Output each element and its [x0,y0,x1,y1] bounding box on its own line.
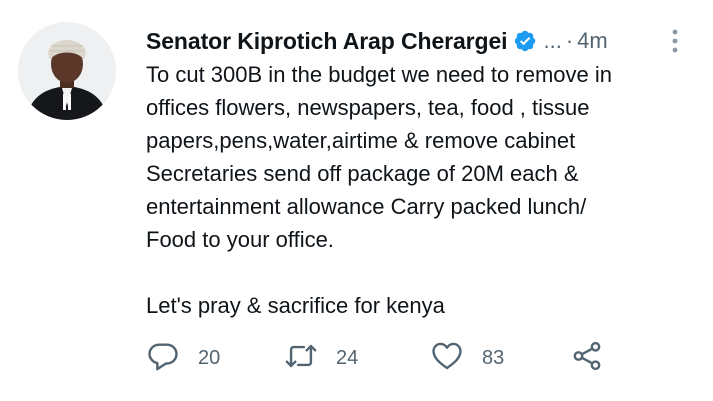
author-name[interactable]: Senator Kiprotich Arap Cherargei [146,28,508,55]
tweet-header: Senator Kiprotich Arap Cherargei ... · 4… [146,24,689,58]
reply-icon [146,339,180,378]
tweet[interactable]: Senator Kiprotich Arap Cherargei ... · 4… [0,0,713,401]
separator: · [565,28,574,53]
reply-button[interactable]: 20 [146,338,220,378]
avatar-image [18,22,116,120]
tweet-text-line: To cut 300B in the budget we need to rem… [146,62,612,87]
tweet-text-closing: Let's pray & sacrifice for kenya [146,293,445,318]
tweet-text-line: papers,pens,water,airtime & remove cabin… [146,128,576,153]
tweet-text-line: offices flowers, newspapers, tea, food ,… [146,95,590,120]
heart-icon [430,339,464,378]
share-button[interactable] [570,338,604,378]
tweet-text: To cut 300B in the budget we need to rem… [146,58,691,322]
author-handle[interactable]: ... [543,28,561,54]
tweet-text-line: entertainment allowance Carry packed lun… [146,194,587,219]
more-vertical-icon[interactable] [665,24,685,58]
verified-badge-icon [513,29,537,53]
retweet-button[interactable]: 24 [284,338,358,378]
reply-count: 20 [198,346,221,369]
like-count: 83 [482,346,505,369]
tweet-actions: 20 24 83 [146,338,616,378]
tweet-text-line: Secretaries send off package of 20M each… [146,161,579,186]
retweet-icon [284,339,318,378]
timestamp[interactable]: 4m [577,28,608,54]
like-button[interactable]: 83 [430,338,504,378]
share-icon [570,339,604,378]
avatar[interactable] [18,22,116,120]
retweet-count: 24 [336,346,359,369]
tweet-text-line: Food to your office. [146,227,334,252]
